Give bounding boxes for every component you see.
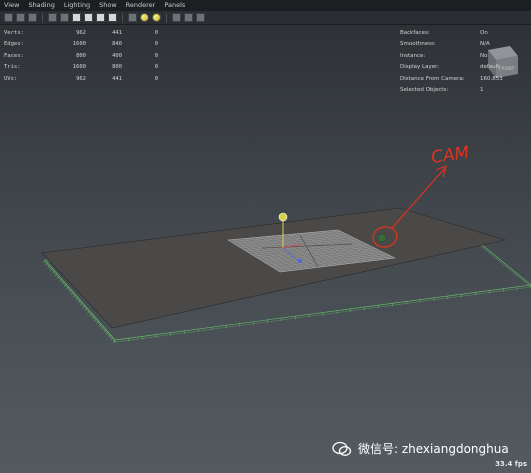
wechat-icon bbox=[332, 441, 352, 456]
menu-view[interactable]: View bbox=[4, 0, 19, 11]
menu-renderer[interactable]: Renderer bbox=[126, 0, 156, 11]
shelf-icon[interactable] bbox=[16, 13, 25, 22]
viewport[interactable]: CAM FRONT View Shading Lighting Show Ren… bbox=[0, 0, 531, 473]
sync-icon[interactable] bbox=[196, 13, 205, 22]
resolution-icon[interactable] bbox=[60, 13, 69, 22]
sphere-icon[interactable] bbox=[140, 13, 149, 22]
hud-row-edges: Edges: 1600 840 0 bbox=[4, 41, 158, 48]
wireframe-icon[interactable] bbox=[84, 13, 93, 22]
hud-row-tris: Tris: 1600 800 0 bbox=[4, 64, 158, 71]
menu-lighting[interactable]: Lighting bbox=[64, 0, 90, 11]
cam-annotation-text: CAM bbox=[430, 143, 471, 168]
watermark: 微信号: zhexiangdonghua bbox=[332, 440, 509, 457]
sphere-icon[interactable] bbox=[152, 13, 161, 22]
menu-show[interactable]: Show bbox=[99, 0, 117, 11]
fps-counter: 33.4 fps bbox=[495, 460, 527, 468]
camera-object[interactable] bbox=[377, 233, 387, 243]
camera-icon[interactable] bbox=[4, 13, 13, 22]
hud-row-smoothness: Smoothness: N/A bbox=[400, 41, 490, 48]
watermark-text: 微信号: zhexiangdonghua bbox=[358, 442, 509, 456]
hud-row-uvs: UVs: 962 441 0 bbox=[4, 75, 158, 82]
film-gate-icon[interactable] bbox=[48, 13, 57, 22]
menu-panels[interactable]: Panels bbox=[164, 0, 185, 11]
hud-row-distance: Distance From Camera: 160.853 bbox=[400, 75, 503, 82]
menu-bar: View Shading Lighting Show Renderer Pane… bbox=[0, 0, 531, 11]
textured-icon[interactable] bbox=[108, 13, 117, 22]
xray-icon[interactable] bbox=[172, 13, 181, 22]
cube-icon[interactable] bbox=[72, 13, 81, 22]
hud-row-faces: Faces: 800 400 0 bbox=[4, 52, 158, 59]
poly-count-hud: Verts: 962 441 0 Edges: 1600 840 0 Faces… bbox=[4, 27, 164, 85]
hud-row-instance: Instance: No bbox=[400, 52, 488, 59]
smooth-shade-icon[interactable] bbox=[96, 13, 105, 22]
hud-row-verts: Verts: 962 441 0 bbox=[4, 29, 158, 36]
light-icon[interactable] bbox=[128, 13, 137, 22]
hud-row-backfaces: Backfaces: On bbox=[400, 29, 488, 36]
menu-shading[interactable]: Shading bbox=[28, 0, 54, 11]
grid-icon[interactable] bbox=[28, 13, 37, 22]
hud-row-selected: Selected Objects: 1 bbox=[400, 87, 484, 94]
isolate-icon[interactable] bbox=[184, 13, 193, 22]
panel-toolbar bbox=[0, 11, 531, 25]
hud-row-display-layer: Display Layer: default bbox=[400, 64, 500, 71]
object-details-hud: Backfaces: On Smoothness: N/A Instance: … bbox=[400, 27, 530, 96]
